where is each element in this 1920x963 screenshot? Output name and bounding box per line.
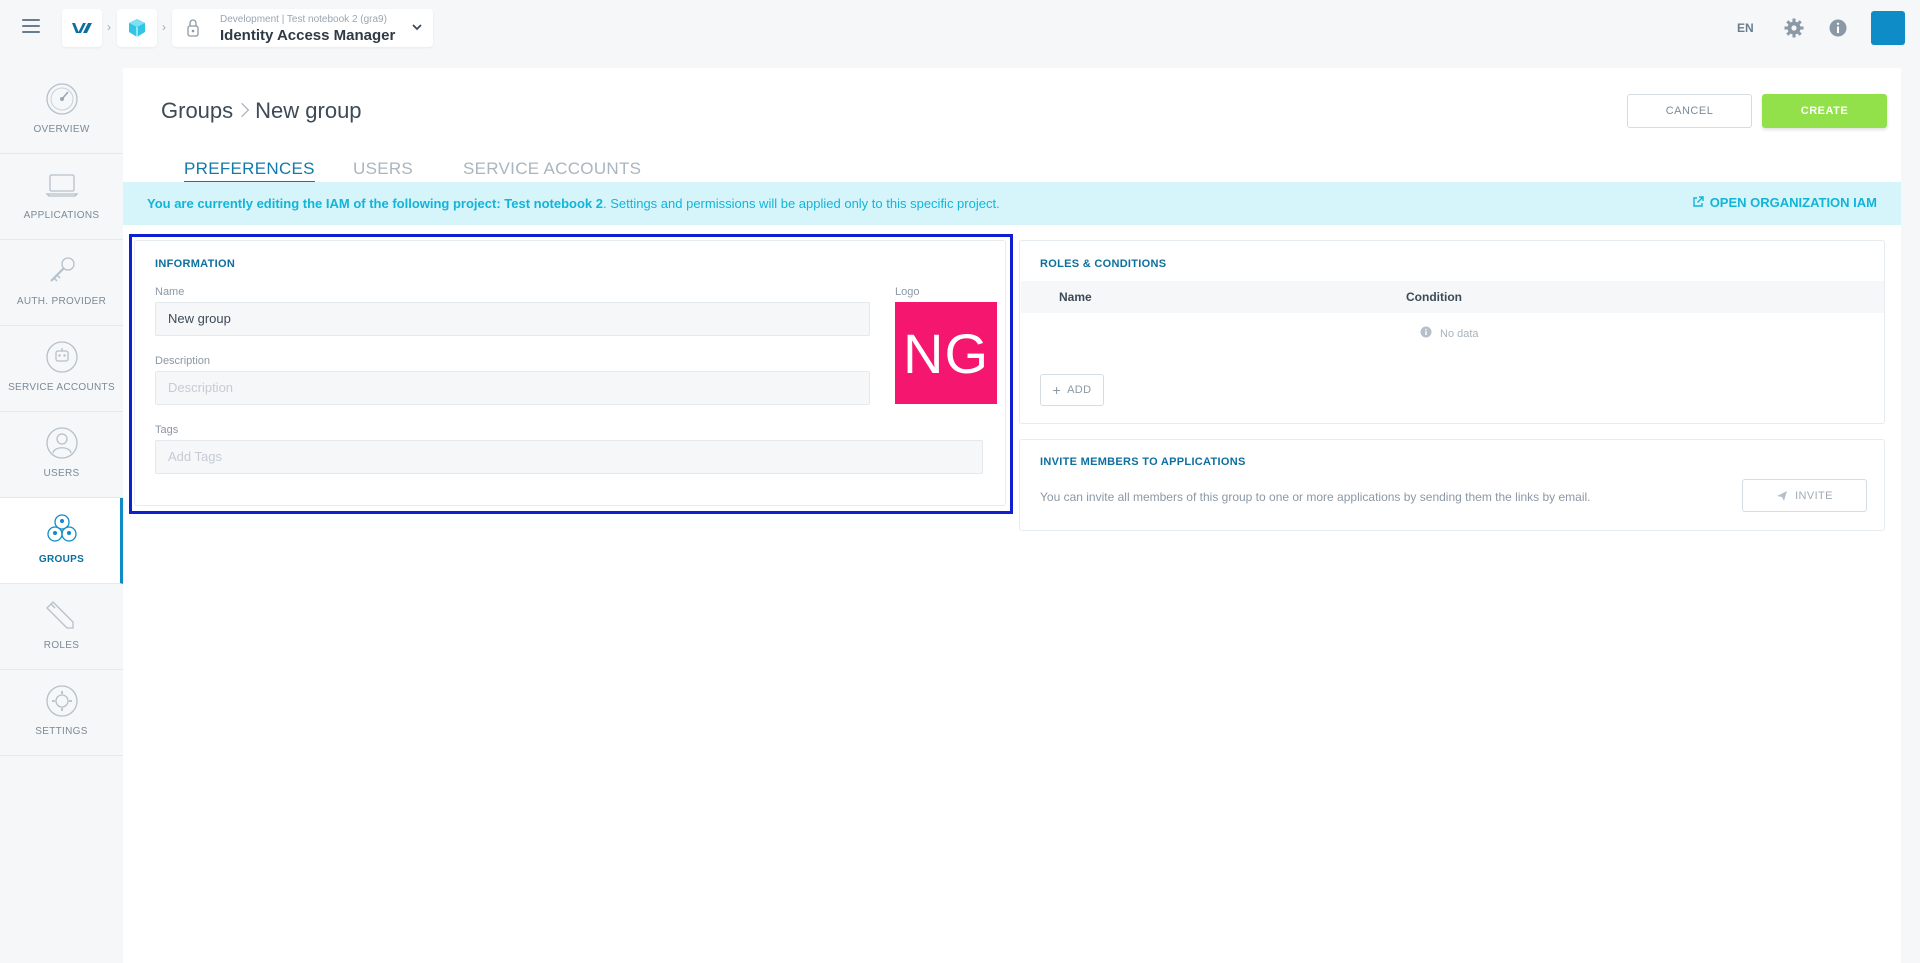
nav-label: AUTH. PROVIDER bbox=[16, 296, 107, 307]
roles-conditions-title: ROLES & CONDITIONS bbox=[1040, 258, 1167, 270]
robot-icon bbox=[46, 341, 78, 373]
name-field[interactable]: New group bbox=[155, 302, 870, 336]
chevron-right-icon bbox=[235, 102, 250, 118]
nav-label: SERVICE ACCOUNTS bbox=[8, 382, 115, 393]
description-field[interactable]: Description bbox=[155, 371, 870, 405]
language-selector[interactable]: EN bbox=[1737, 21, 1754, 35]
nav-item-service-accounts[interactable]: SERVICE ACCOUNTS bbox=[0, 326, 123, 412]
add-role-button[interactable]: + ADD bbox=[1040, 374, 1104, 406]
user-avatar[interactable] bbox=[1871, 11, 1905, 45]
tab-preferences[interactable]: PREFERENCES bbox=[184, 159, 315, 183]
information-card: INFORMATION Name New group Description D… bbox=[134, 240, 1006, 506]
gear-icon[interactable] bbox=[1783, 17, 1805, 39]
user-icon bbox=[46, 427, 78, 459]
roles-conditions-card: ROLES & CONDITIONS Name Condition No dat… bbox=[1019, 240, 1885, 424]
add-role-label: ADD bbox=[1067, 384, 1092, 396]
banner-message-rest: . Settings and permissions will be appli… bbox=[602, 196, 1000, 211]
roles-table-header: Name Condition bbox=[1021, 281, 1884, 313]
open-organization-iam-link[interactable]: OPEN ORGANIZATION IAM bbox=[1692, 195, 1877, 210]
invite-members-title: INVITE MEMBERS TO APPLICATIONS bbox=[1040, 456, 1246, 468]
top-bar: › › Development | Test notebook 2 (gra9)… bbox=[0, 0, 1920, 56]
nav-label: GROUPS bbox=[38, 554, 85, 565]
logo-label: Logo bbox=[895, 286, 920, 298]
nav-item-auth-provider[interactable]: AUTH. PROVIDER bbox=[0, 240, 123, 326]
nav-label: APPLICATIONS bbox=[23, 210, 100, 221]
gauge-icon bbox=[46, 83, 78, 115]
nav-item-settings[interactable]: SETTINGS bbox=[0, 670, 123, 756]
laptop-icon bbox=[45, 174, 79, 197]
description-label: Description bbox=[155, 355, 211, 367]
send-icon bbox=[1777, 490, 1788, 501]
cancel-button[interactable]: CANCEL bbox=[1627, 94, 1752, 128]
column-header-condition: Condition bbox=[1406, 290, 1462, 304]
nav-label: OVERVIEW bbox=[33, 124, 90, 135]
cube-icon bbox=[129, 19, 145, 37]
name-label: Name bbox=[155, 286, 185, 298]
pencil-icon bbox=[46, 601, 74, 629]
breadcrumb-parent[interactable]: Groups bbox=[161, 98, 233, 123]
invite-button[interactable]: INVITE bbox=[1742, 479, 1867, 512]
nav-item-applications[interactable]: APPLICATIONS bbox=[0, 154, 123, 240]
info-icon bbox=[1420, 326, 1432, 338]
hand-lock-icon bbox=[187, 19, 199, 37]
invite-members-card: INVITE MEMBERS TO APPLICATIONS You can i… bbox=[1019, 439, 1885, 531]
tab-users[interactable]: USERS bbox=[353, 159, 413, 179]
invite-description: You can invite all members of this group… bbox=[1040, 490, 1591, 504]
tab-service-accounts[interactable]: SERVICE ACCOUNTS bbox=[463, 159, 641, 179]
tags-label: Tags bbox=[155, 424, 179, 436]
chevron-down-icon bbox=[412, 24, 422, 31]
breadcrumb-separator: › bbox=[162, 20, 166, 34]
nav-item-roles[interactable]: ROLES bbox=[0, 584, 123, 670]
key-icon bbox=[50, 257, 75, 282]
project-scope-banner: You are currently editing the IAM of the… bbox=[123, 182, 1901, 225]
settings-icon bbox=[46, 685, 78, 717]
home-logo-button[interactable] bbox=[62, 9, 102, 47]
nav-item-users[interactable]: USERS bbox=[0, 412, 123, 498]
page-title: New group bbox=[255, 98, 362, 123]
plus-icon: + bbox=[1052, 382, 1062, 398]
create-button[interactable]: CREATE bbox=[1762, 94, 1887, 128]
breadcrumb: Groups New group bbox=[161, 98, 362, 124]
side-navigation: OVERVIEW APPLICATIONS AUTH. PROVIDER SER… bbox=[0, 68, 123, 756]
nav-item-groups[interactable]: GROUPS bbox=[0, 498, 123, 584]
tags-input[interactable]: Add Tags bbox=[155, 440, 983, 474]
project-cube-button[interactable] bbox=[117, 9, 157, 47]
group-icon bbox=[47, 514, 77, 542]
nav-label: ROLES bbox=[43, 640, 80, 651]
empty-state-text: No data bbox=[1440, 328, 1479, 340]
app-title: Identity Access Manager bbox=[220, 27, 396, 44]
nav-item-overview[interactable]: OVERVIEW bbox=[0, 68, 123, 154]
group-logo[interactable]: NG bbox=[895, 302, 997, 404]
open-organization-iam-label: OPEN ORGANIZATION IAM bbox=[1709, 195, 1877, 210]
ovh-logo-icon bbox=[72, 23, 92, 33]
external-link-icon bbox=[1692, 196, 1704, 207]
nav-label: USERS bbox=[43, 468, 80, 479]
breadcrumb-separator: › bbox=[107, 20, 111, 34]
column-header-name: Name bbox=[1059, 290, 1092, 304]
menu-icon[interactable] bbox=[22, 19, 40, 35]
information-title: INFORMATION bbox=[155, 258, 236, 270]
nav-label: SETTINGS bbox=[35, 726, 88, 737]
info-icon[interactable] bbox=[1827, 17, 1849, 39]
invite-button-label: INVITE bbox=[1795, 489, 1833, 502]
banner-message-bold: You are currently editing the IAM of the… bbox=[147, 196, 603, 211]
empty-state: No data bbox=[1420, 326, 1479, 340]
project-path: Development | Test notebook 2 (gra9) bbox=[220, 14, 387, 25]
banner-message: You are currently editing the IAM of the… bbox=[147, 196, 1000, 211]
main-panel: Groups New group CANCEL CREATE PREFERENCE… bbox=[123, 68, 1901, 963]
project-selector[interactable]: Development | Test notebook 2 (gra9) Ide… bbox=[172, 9, 433, 47]
